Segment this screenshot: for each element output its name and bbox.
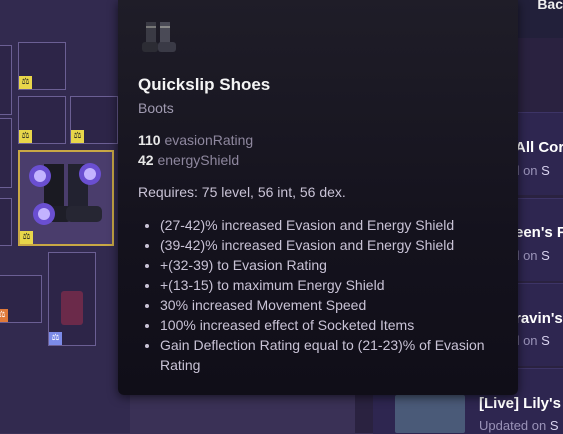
item-mod: 30% increased Movement Speed bbox=[160, 295, 520, 315]
item-mods-list: (27-42)% increased Evasion and Energy Sh… bbox=[138, 215, 520, 375]
boots-icon bbox=[29, 163, 102, 225]
item-mod: (39-42)% increased Evasion and Energy Sh… bbox=[160, 235, 520, 255]
stash-slot[interactable]: ⚖ bbox=[18, 42, 66, 90]
flask-icon bbox=[61, 291, 83, 325]
stash-slot[interactable] bbox=[0, 118, 12, 188]
item-mod: 100% increased effect of Socketed Items bbox=[160, 315, 520, 335]
top-label: Bac bbox=[537, 0, 563, 12]
scale-icon: ⚖ bbox=[49, 332, 62, 345]
card-subtitle: Updated on S bbox=[479, 418, 559, 433]
stash-slot-selected[interactable]: ⚖ bbox=[18, 150, 114, 246]
scale-icon: ⚖ bbox=[19, 130, 32, 143]
item-mod: +(13-15) to maximum Energy Shield bbox=[160, 275, 520, 295]
item-mod: +(32-39) to Evasion Rating bbox=[160, 255, 520, 275]
item-requirements: Requires: 75 level, 56 int, 56 dex. bbox=[138, 184, 346, 200]
stash-grid: ⚖ ⚖ ⚖ ⚖ ⚖ ⚖ bbox=[0, 0, 130, 433]
scale-icon: ⚖ bbox=[71, 130, 84, 143]
card-title[interactable]: All Cor bbox=[515, 139, 563, 156]
item-name: Quickslip Shoes bbox=[138, 75, 271, 94]
item-tooltip: Quickslip Shoes Boots 110 evasionRating … bbox=[118, 0, 518, 395]
scale-icon: ⚖ bbox=[19, 76, 32, 89]
stash-slot[interactable]: ⚖ bbox=[48, 252, 96, 346]
item-type: Boots bbox=[138, 100, 174, 116]
stash-slot[interactable]: ⚖ bbox=[0, 275, 42, 323]
item-stat: 42 energyShield bbox=[138, 152, 240, 168]
stash-slot[interactable] bbox=[0, 198, 12, 246]
stash-slot[interactable] bbox=[0, 45, 12, 115]
card-title[interactable]: [Live] Lily's I bbox=[479, 395, 563, 412]
thumbnail-image bbox=[395, 395, 465, 433]
card-title[interactable]: ravin's bbox=[515, 310, 563, 327]
scale-icon: ⚖ bbox=[20, 231, 33, 244]
item-mod: Gain Deflection Rating equal to (21-23)%… bbox=[160, 335, 520, 375]
stash-slot[interactable]: ⚖ bbox=[70, 96, 118, 144]
stash-slot[interactable]: ⚖ bbox=[18, 96, 66, 144]
item-mod: (27-42)% increased Evasion and Energy Sh… bbox=[160, 215, 520, 235]
card-title[interactable]: een's F bbox=[515, 224, 563, 241]
item-stat: 110 evasionRating bbox=[138, 132, 254, 148]
boots-icon bbox=[142, 22, 176, 52]
scale-icon: ⚖ bbox=[0, 309, 8, 322]
